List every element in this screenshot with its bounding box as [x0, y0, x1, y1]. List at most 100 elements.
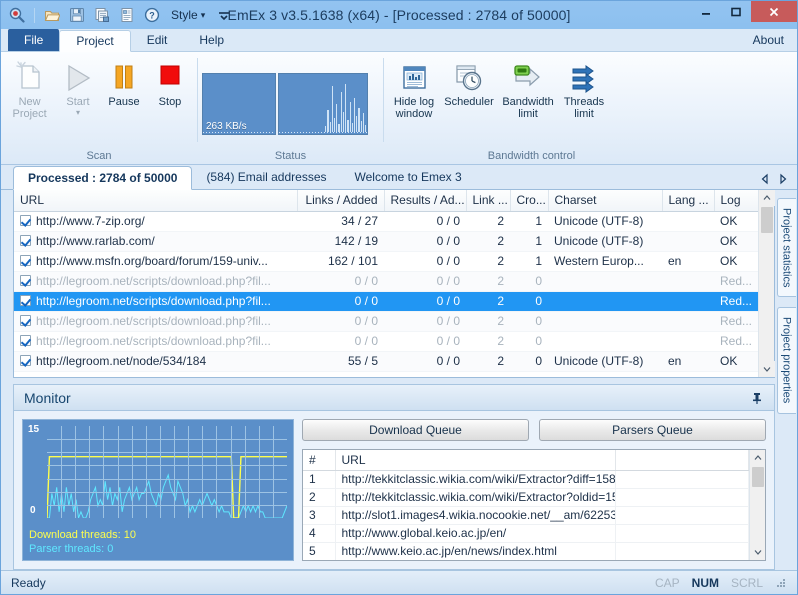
column-cross[interactable]: Cro...	[510, 190, 548, 211]
open-icon[interactable]	[42, 5, 62, 25]
resize-grip[interactable]	[775, 577, 787, 589]
ribbon-tab-help[interactable]: Help	[183, 29, 240, 51]
table-row[interactable]: http://legroom.net/node/534/18455 / 50 /…	[14, 351, 758, 371]
side-tab-project-statistics[interactable]: Project statistics	[777, 198, 796, 297]
ribbon-tab-project[interactable]: Project	[59, 30, 130, 52]
hide-log-window-button[interactable]: Hide log window	[388, 58, 440, 122]
tab-processed[interactable]: Processed : 2784 of 50000	[13, 166, 192, 190]
chevron-down-icon: ▾	[76, 110, 80, 116]
cell-links-added: 55 / 5	[297, 351, 384, 371]
table-row[interactable]: http://legroom.net/scripts/download.php?…	[14, 291, 758, 311]
maximize-button[interactable]	[721, 1, 751, 22]
list-item[interactable]: 4http://www.global.keio.ac.jp/en/	[303, 524, 749, 542]
table-row[interactable]: http://legroom.net/scripts/download.php?…	[14, 271, 758, 291]
cell-log: Red...	[714, 271, 758, 291]
table-row[interactable]: http://www.msfn.org/board/forum/159-univ…	[14, 251, 758, 271]
help-icon[interactable]: ?	[142, 5, 162, 25]
tab-welcome[interactable]: Welcome to Emex 3	[341, 165, 476, 189]
tab-scroll-controls	[759, 173, 797, 189]
row-checkbox[interactable]	[20, 335, 31, 346]
row-checkbox[interactable]	[20, 255, 31, 266]
column-lang[interactable]: Lang ...	[662, 190, 714, 211]
cell-lang	[662, 311, 714, 331]
cell-lang	[662, 331, 714, 351]
table-row[interactable]: http://legroom.net/scripts/download.php?…	[14, 331, 758, 351]
new-project-button[interactable]: New Project	[5, 58, 54, 122]
cell-cross: 0	[510, 351, 548, 371]
row-checkbox[interactable]	[20, 215, 31, 226]
column-link-level[interactable]: Link ...	[466, 190, 510, 211]
list-item[interactable]: 3http://slot1.images4.wikia.nocookie.net…	[303, 506, 749, 524]
queue-scroll-down-button[interactable]	[750, 544, 766, 560]
list-item[interactable]: 1http://tekkitclassic.wikia.com/wiki/Ext…	[303, 470, 749, 488]
style-menu-button[interactable]: Style ▾	[167, 6, 209, 24]
grid-scroll-down-button[interactable]	[759, 361, 775, 377]
tab-email-addresses[interactable]: (584) Email addresses	[192, 165, 340, 189]
stop-button[interactable]: Stop	[147, 58, 193, 110]
chart-gridline-v	[160, 426, 161, 518]
chart-gridline-h	[47, 465, 287, 466]
bandwidth-limit-button[interactable]: Bandwidth limit	[498, 58, 558, 122]
queue-scroll-up-button[interactable]	[750, 450, 766, 466]
column-charset[interactable]: Charset	[548, 190, 662, 211]
about-link[interactable]: About	[753, 29, 797, 51]
queue-button-row: Download Queue Parsers Queue	[302, 419, 766, 441]
qat-overflow-button[interactable]	[214, 5, 234, 25]
column-log[interactable]: Log	[714, 190, 758, 211]
queue-column-extra[interactable]	[615, 450, 749, 470]
save-icon[interactable]	[67, 5, 87, 25]
center-pane: URL Links / Added Results / Ad... Link .…	[1, 190, 775, 570]
queue-column-index[interactable]: #	[303, 450, 335, 470]
pause-button[interactable]: Pause	[101, 58, 147, 110]
grid-scroll-thumb[interactable]	[761, 207, 773, 233]
column-url[interactable]: URL	[14, 190, 297, 211]
list-item[interactable]: 5http://www.keio.ac.jp/en/news/index.htm…	[303, 542, 749, 560]
grid-scroll-up-button[interactable]	[759, 190, 775, 206]
scheduler-button[interactable]: Scheduler	[441, 58, 497, 110]
properties-icon[interactable]	[117, 5, 137, 25]
start-button[interactable]: Start ▾	[55, 58, 101, 118]
queue-column-url[interactable]: URL	[335, 450, 615, 470]
queue-scroll-thumb[interactable]	[752, 467, 764, 487]
row-checkbox[interactable]	[20, 315, 31, 326]
ribbon-tab-edit[interactable]: Edit	[131, 29, 184, 51]
download-queue-button[interactable]: Download Queue	[302, 419, 529, 441]
cell-cross: 0	[510, 291, 548, 311]
ribbon-tab-file[interactable]: File	[8, 29, 59, 51]
tab-scroll-left-button[interactable]	[759, 173, 771, 185]
table-row[interactable]: http://legroom.net/scripts/download.php?…	[14, 311, 758, 331]
cell-cross: 1	[510, 231, 548, 251]
minimize-button[interactable]	[691, 1, 721, 22]
row-checkbox[interactable]	[20, 295, 31, 306]
parsers-queue-button[interactable]: Parsers Queue	[539, 419, 766, 441]
column-links-added[interactable]: Links / Added	[297, 190, 384, 211]
column-results-added[interactable]: Results / Ad...	[384, 190, 466, 211]
row-checkbox[interactable]	[20, 235, 31, 246]
ribbon-panel: New Project Start ▾	[1, 52, 797, 165]
bandwidth-icon	[512, 60, 544, 94]
quick-access-toolbar: ? Style ▾	[1, 5, 234, 25]
monitor-header: Monitor	[13, 384, 775, 410]
threads-limit-button[interactable]: Threads limit	[558, 58, 610, 122]
queue-cell-url: http://slot1.images4.wikia.nocookie.net/…	[335, 506, 615, 524]
chart-gridline-h	[47, 479, 287, 480]
tab-scroll-right-button[interactable]	[777, 173, 789, 185]
bandwidth-limit-label: Bandwidth limit	[502, 96, 553, 120]
pin-icon[interactable]	[750, 391, 768, 405]
magnifier-icon[interactable]	[7, 5, 27, 25]
cell-charset	[548, 271, 662, 291]
list-item[interactable]: 2http://tekkitclassic.wikia.com/wiki/Ext…	[303, 488, 749, 506]
new-document-icon	[13, 60, 47, 94]
cell-log: Red...	[714, 291, 758, 311]
row-checkbox[interactable]	[20, 275, 31, 286]
queue-cell-extra	[615, 542, 749, 560]
table-row[interactable]: http://www.rarlab.com/142 / 190 / 021Uni…	[14, 231, 758, 251]
grid-vertical-scrollbar[interactable]	[758, 190, 774, 377]
side-tab-project-properties[interactable]: Project properties	[777, 307, 796, 413]
export-icon[interactable]	[92, 5, 112, 25]
queue-vertical-scrollbar[interactable]	[749, 450, 765, 560]
close-button[interactable]	[751, 1, 797, 22]
table-row[interactable]: http://www.7-zip.org/34 / 270 / 021Unico…	[14, 211, 758, 231]
row-checkbox[interactable]	[20, 355, 31, 366]
cell-charset	[548, 331, 662, 351]
